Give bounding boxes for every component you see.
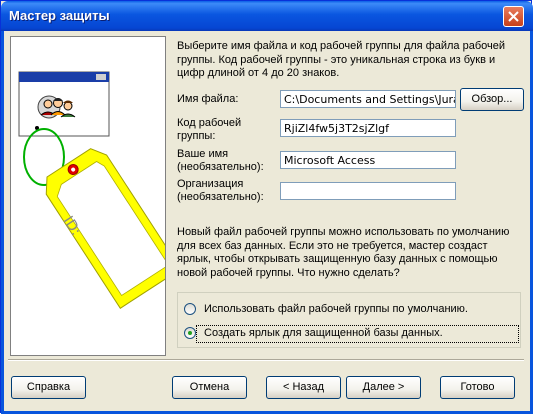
workgroup-code-label: Код рабочей группы: xyxy=(177,117,242,142)
file-name-input[interactable]: C:\Documents and Settings\Jura\Pa xyxy=(280,90,456,108)
window-frame-right xyxy=(530,31,533,414)
window-title: Мастер защиты xyxy=(9,8,110,23)
id-tag-illustration: ID: xyxy=(18,71,182,309)
radio-create-shortcut[interactable] xyxy=(184,327,196,339)
organization-input[interactable] xyxy=(280,182,456,200)
browse-button[interactable]: Обзор... xyxy=(460,88,524,111)
window-frame-left xyxy=(1,31,4,414)
title-bar[interactable]: Мастер защиты xyxy=(1,1,533,31)
radio-default-workgroup[interactable] xyxy=(184,303,196,315)
bottom-separator xyxy=(8,359,524,361)
help-button[interactable]: Справка xyxy=(11,376,86,399)
id-tag-icon xyxy=(45,148,182,309)
intro-text: Выберите имя файла и код рабочей группы … xyxy=(177,40,506,79)
user-name-label: Ваше имя (необязательно): xyxy=(177,148,264,173)
back-button[interactable]: < Назад xyxy=(266,376,341,399)
radio-selected-dot xyxy=(188,331,192,335)
option-create-shortcut-label: Создать ярлык для защищенной базы данных… xyxy=(204,327,443,339)
workgroup-code-input[interactable]: RjiZl4fw5j3T2sjZlgf xyxy=(280,119,456,137)
user-name-input[interactable]: Microsoft Access xyxy=(280,151,456,169)
next-button[interactable]: Далее > xyxy=(346,376,421,399)
close-button[interactable] xyxy=(503,6,524,27)
illustration-panel: ID: xyxy=(10,36,182,356)
file-name-label: Имя файла: xyxy=(177,93,239,105)
window-frame-bottom xyxy=(1,411,533,414)
option-default-workgroup-label: Использовать файл рабочей группы по умол… xyxy=(204,303,468,315)
organization-label: Организация (необязательно): xyxy=(177,178,264,203)
cancel-button[interactable]: Отмена xyxy=(172,376,247,399)
finish-button[interactable]: Готово xyxy=(440,376,515,399)
description-text: Новый файл рабочей группы можно использо… xyxy=(177,226,510,279)
close-icon xyxy=(508,11,519,22)
